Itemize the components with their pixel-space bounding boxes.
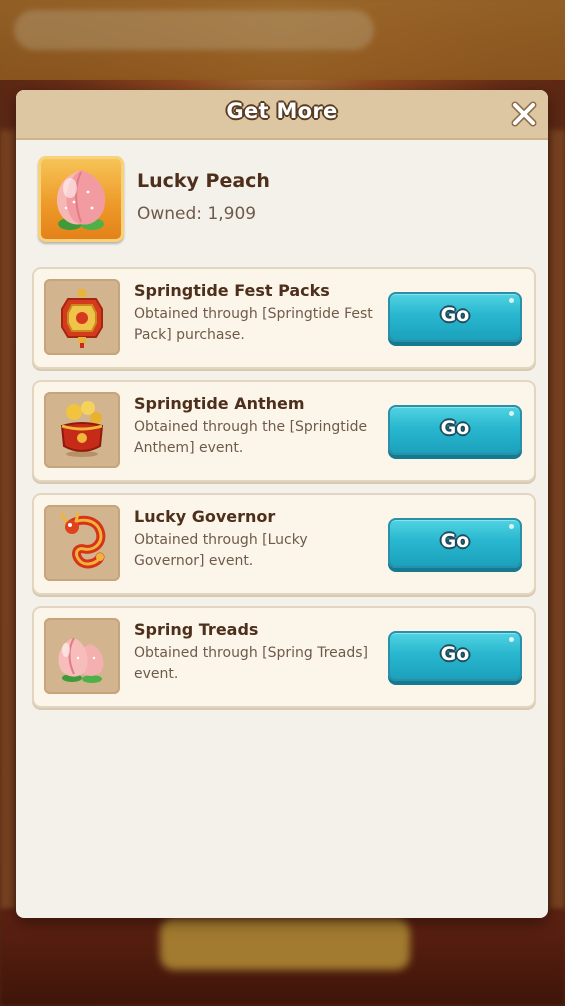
go-button-label: Go [440, 643, 470, 665]
source-title: Springtide Anthem [134, 394, 305, 413]
sparkle-icon [509, 411, 514, 416]
go-button-label: Go [440, 530, 470, 552]
go-button-springtide-anthem[interactable]: Go [388, 405, 522, 455]
source-icon-frame [44, 618, 120, 694]
item-summary: Lucky Peach Owned: 1,909 [16, 140, 548, 248]
source-icon-frame [44, 392, 120, 468]
source-icon-frame [44, 279, 120, 355]
source-description: Obtained through [Springtide Fest Pack] … [134, 306, 373, 343]
treasure-pot-icon [60, 401, 104, 457]
go-button-lucky-governor[interactable]: Go [388, 518, 522, 568]
close-button[interactable] [510, 100, 538, 128]
item-owned-count: Owned: 1,909 [137, 204, 257, 224]
go-button-label: Go [440, 304, 470, 326]
close-icon [511, 101, 537, 127]
dialog-header: Get More [16, 90, 548, 140]
source-title: Lucky Governor [134, 507, 276, 526]
source-description: Obtained through [Lucky Governor] event. [134, 532, 308, 569]
sparkle-icon [509, 637, 514, 642]
source-card-springtide-fest-packs: Springtide Fest Packs Obtained through [… [32, 267, 536, 369]
get-more-dialog: Get More Lucky Peach Owned: 1,909 Spring… [16, 90, 548, 918]
dragon-icon [60, 512, 106, 569]
go-button-springtide-fest-packs[interactable]: Go [388, 292, 522, 342]
sparkle-icon [509, 524, 514, 529]
source-icon-frame [44, 505, 120, 581]
peach-icon [56, 170, 106, 230]
go-button-label: Go [440, 417, 470, 439]
item-name: Lucky Peach [137, 170, 270, 192]
source-description: Obtained through the [Springtide Anthem]… [134, 419, 368, 456]
go-button-spring-treads[interactable]: Go [388, 631, 522, 681]
item-icon-frame [38, 156, 124, 242]
lantern-icon [61, 289, 103, 348]
dialog-title: Get More [226, 99, 338, 123]
source-card-springtide-anthem: Springtide Anthem Obtained through the [… [32, 380, 536, 482]
source-title: Spring Treads [134, 620, 259, 639]
sparkle-icon [509, 298, 514, 303]
source-description: Obtained through [Spring Treads] event. [134, 645, 369, 682]
source-title: Springtide Fest Packs [134, 281, 330, 300]
source-card-spring-treads: Spring Treads Obtained through [Spring T… [32, 606, 536, 708]
peach-icon [58, 637, 104, 683]
source-card-lucky-governor: Lucky Governor Obtained through [Lucky G… [32, 493, 536, 595]
